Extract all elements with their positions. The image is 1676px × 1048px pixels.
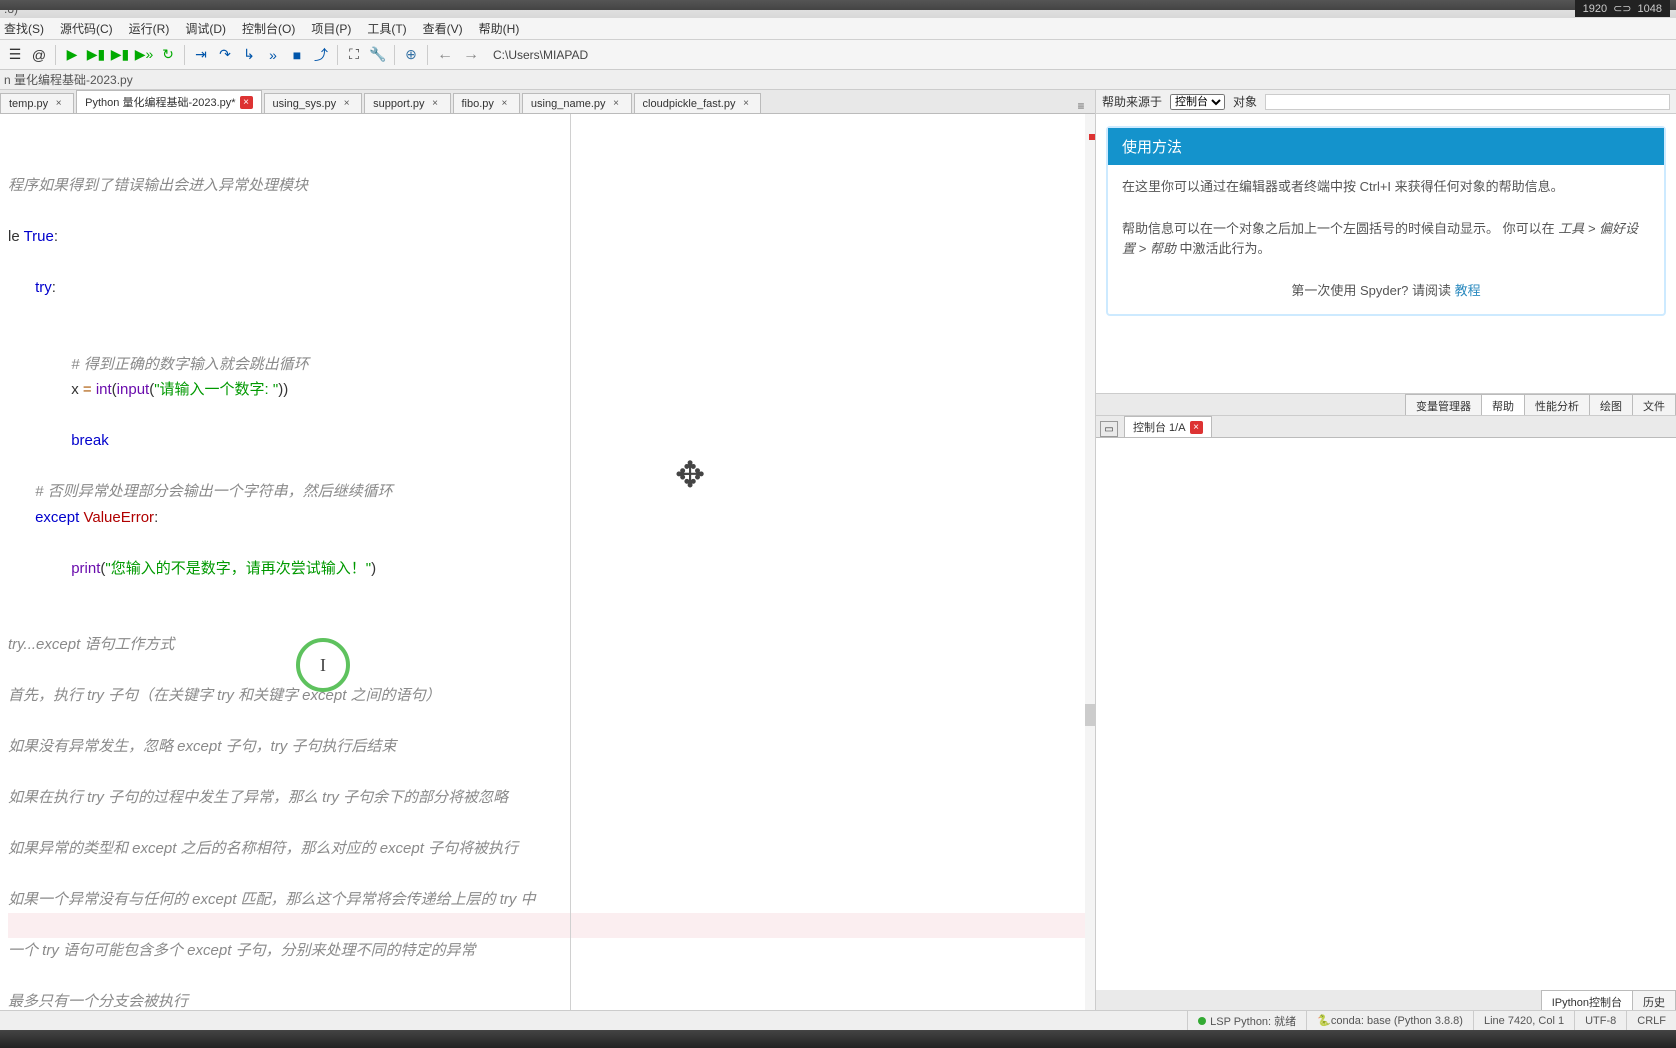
debug-continue-icon[interactable]: »: [262, 44, 284, 66]
close-icon[interactable]: ×: [610, 97, 623, 110]
editor-scrollbar[interactable]: [1085, 114, 1095, 1010]
help-source-select[interactable]: 控制台: [1170, 94, 1225, 110]
right-pane: 帮助来源于 控制台 对象 使用方法 在这里你可以通过在编辑器或者终端中按 Ctr…: [1096, 90, 1676, 1010]
os-taskbar[interactable]: [0, 1030, 1676, 1048]
console-tab-1a[interactable]: 控制台 1/A ×: [1124, 416, 1212, 437]
help-object-input[interactable]: [1265, 94, 1670, 110]
help-object-label: 对象: [1233, 93, 1257, 110]
cursor-highlight-icon: I: [296, 638, 350, 692]
tab-using-name[interactable]: using_name.py×: [522, 93, 632, 113]
editor-pane: temp.py× Python 量化编程基础-2023.py*× using_s…: [0, 90, 1096, 1010]
usage-title: 使用方法: [1108, 128, 1664, 165]
help-body: 使用方法 在这里你可以通过在编辑器或者终端中按 Ctrl+I 来获得任何对象的帮…: [1096, 114, 1676, 394]
tutorial-link[interactable]: 教程: [1455, 283, 1481, 298]
tab-profiler[interactable]: 性能分析: [1524, 394, 1590, 415]
menu-run[interactable]: 运行(R): [129, 20, 170, 37]
status-lsp: LSP Python: 就绪: [1187, 1011, 1306, 1030]
tab-support[interactable]: support.py×: [364, 93, 450, 113]
move-cursor-icon: ✥: [675, 444, 705, 505]
debug-exit-icon[interactable]: ⤴: [310, 44, 332, 66]
tab-plots[interactable]: 绘图: [1589, 394, 1633, 415]
console-pane: ▭ 控制台 1/A × IPython控制台 历史: [1096, 416, 1676, 1010]
tab-fibo[interactable]: fibo.py×: [453, 93, 520, 113]
menu-project[interactable]: 项目(P): [311, 20, 351, 37]
preferences-icon[interactable]: 🔧: [367, 44, 389, 66]
resolution-indicator: 1920⊂⊃1048: [1575, 0, 1670, 17]
editor-tabs: temp.py× Python 量化编程基础-2023.py*× using_s…: [0, 90, 1095, 114]
working-dir-input[interactable]: C:\Users\MIAPAD: [493, 48, 1676, 62]
tab-menu-icon[interactable]: ≡: [1071, 99, 1091, 113]
menu-find[interactable]: 查找(S): [4, 20, 44, 37]
tab-main-file[interactable]: Python 量化编程基础-2023.py*×: [76, 90, 261, 113]
run-cell-icon[interactable]: ▶▮: [85, 44, 107, 66]
menu-help[interactable]: 帮助(H): [479, 20, 520, 37]
usage-p1: 在这里你可以通过在编辑器或者终端中按 Ctrl+I 来获得任何对象的帮助信息。: [1122, 177, 1650, 198]
tab-cloudpickle[interactable]: cloudpickle_fast.py×: [634, 93, 762, 113]
close-icon[interactable]: ×: [340, 97, 353, 110]
outline-icon[interactable]: ☰: [4, 44, 26, 66]
code-editor[interactable]: 程序如果得到了错误输出会进入异常处理模块 le True: try: # 得到正…: [0, 114, 1095, 1010]
help-header: 帮助来源于 控制台 对象: [1096, 90, 1676, 114]
rerun-icon[interactable]: ↻: [157, 44, 179, 66]
maximize-pane-icon[interactable]: ⛶: [343, 44, 365, 66]
help-source-label: 帮助来源于: [1102, 93, 1162, 110]
tab-using-sys[interactable]: using_sys.py×: [264, 93, 363, 113]
run-cell-advance-icon[interactable]: ▶▮: [109, 44, 131, 66]
help-pane-tabs: 变量管理器 帮助 性能分析 绘图 文件: [1096, 394, 1676, 416]
tab-variable-explorer[interactable]: 变量管理器: [1405, 394, 1482, 415]
tab-files[interactable]: 文件: [1632, 394, 1676, 415]
debug-step-over-icon[interactable]: ↷: [214, 44, 236, 66]
nav-back-icon[interactable]: ←: [433, 46, 457, 64]
status-line-col: Line 7420, Col 1: [1473, 1011, 1574, 1030]
status-conda[interactable]: 🐍 conda: base (Python 3.8.8): [1306, 1011, 1473, 1030]
menu-console[interactable]: 控制台(O): [242, 20, 295, 37]
close-icon[interactable]: ×: [429, 97, 442, 110]
breadcrumb-text: n 量化编程基础-2023.py: [4, 71, 133, 88]
main-toolbar: ☰ @ ▶ ▶▮ ▶▮ ▶» ↻ ⇥ ↷ ↳ » ■ ⤴ ⛶ 🔧 ⊕ ← → C…: [0, 40, 1676, 70]
menu-source[interactable]: 源代码(C): [60, 20, 113, 37]
usage-p3: 第一次使用 Spyder? 请阅读 教程: [1122, 281, 1650, 302]
tab-temp[interactable]: temp.py×: [0, 93, 74, 113]
run-icon[interactable]: ▶: [61, 44, 83, 66]
close-icon[interactable]: ×: [52, 97, 65, 110]
debug-step-out-icon[interactable]: ↳: [238, 44, 260, 66]
close-icon[interactable]: ×: [1190, 421, 1203, 434]
status-encoding: UTF-8: [1574, 1011, 1626, 1030]
close-icon[interactable]: ×: [498, 97, 511, 110]
menu-view[interactable]: 查看(V): [423, 20, 463, 37]
menu-bar: 查找(S) 源代码(C) 运行(R) 调试(D) 控制台(O) 项目(P) 工具…: [0, 18, 1676, 40]
close-icon[interactable]: ×: [739, 97, 752, 110]
tab-history[interactable]: 历史: [1632, 990, 1676, 1010]
menu-debug[interactable]: 调试(D): [185, 20, 226, 37]
python-path-icon[interactable]: ⊕: [400, 44, 422, 66]
console-body[interactable]: [1096, 438, 1676, 990]
tab-ipython-console[interactable]: IPython控制台: [1541, 990, 1633, 1010]
console-options-icon[interactable]: ▭: [1100, 421, 1118, 437]
at-icon[interactable]: @: [28, 44, 50, 66]
close-icon[interactable]: ×: [240, 96, 253, 109]
breadcrumb-bar: n 量化编程基础-2023.py: [0, 70, 1676, 90]
menu-tools[interactable]: 工具(T): [367, 20, 406, 37]
run-selection-icon[interactable]: ▶»: [133, 44, 155, 66]
debug-step-into-icon[interactable]: ⇥: [190, 44, 212, 66]
usage-p2: 帮助信息可以在一个对象之后加上一个左圆括号的时候自动显示。 你可以在 工具 > …: [1122, 219, 1650, 261]
status-eol: CRLF: [1626, 1011, 1676, 1030]
status-bar: LSP Python: 就绪 🐍 conda: base (Python 3.8…: [0, 1010, 1676, 1030]
nav-forward-icon[interactable]: →: [459, 46, 483, 64]
debug-stop-icon[interactable]: ■: [286, 44, 308, 66]
tab-help[interactable]: 帮助: [1481, 394, 1525, 415]
